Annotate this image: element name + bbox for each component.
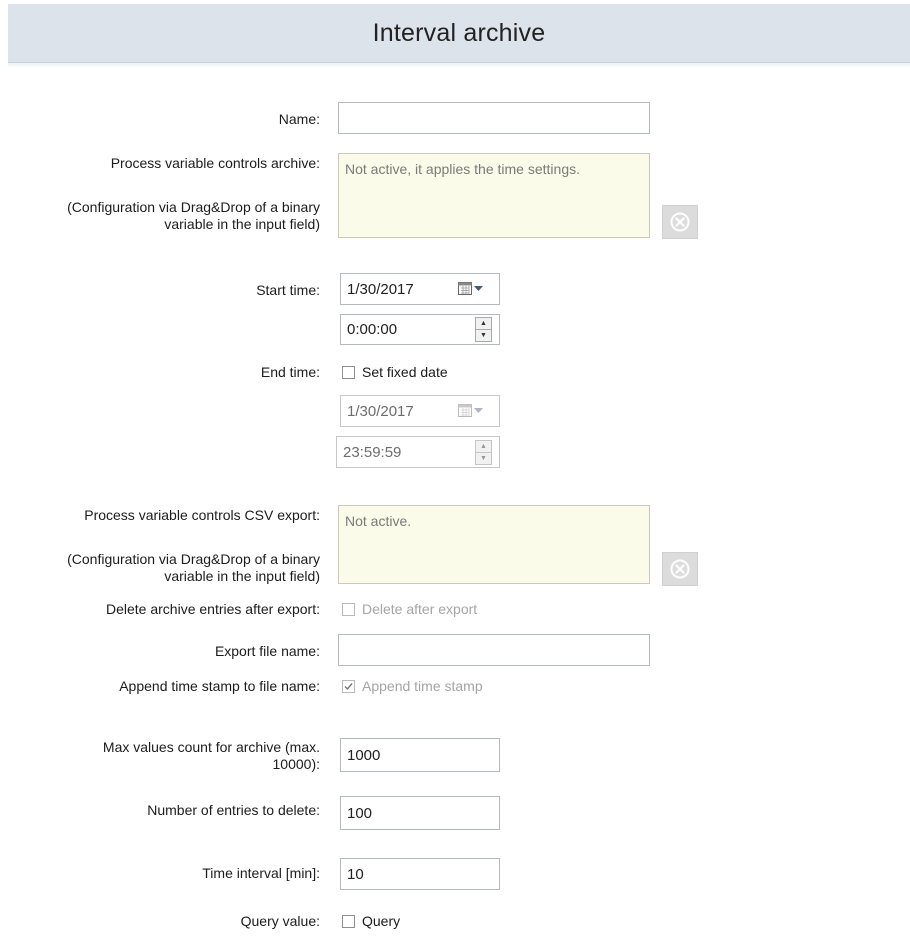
csv-control-dropzone[interactable]: Not active. [338, 505, 650, 584]
query-checkbox-label: Query [362, 913, 401, 929]
time-interval-input[interactable]: 10 [340, 858, 500, 890]
export-file-input[interactable] [338, 634, 650, 666]
entries-delete-input[interactable]: 100 [340, 796, 500, 830]
dialog-title: Interval archive [372, 18, 546, 47]
export-file-label: Export file name: [214, 643, 320, 659]
append-timestamp-box[interactable] [342, 679, 355, 693]
archive-control-label: Process variable controls archive: [110, 155, 320, 171]
entries-delete-value: 100 [347, 804, 373, 822]
name-label: Name: [278, 111, 320, 127]
start-date-dropdown[interactable] [458, 282, 483, 295]
query-label: Query value: [240, 913, 320, 929]
delete-entries-label: Delete archive entries after export: [106, 601, 320, 617]
clear-icon [670, 212, 690, 232]
spin-down-icon[interactable]: ▼ [476, 329, 491, 341]
delete-after-export-label: Delete after export [362, 601, 478, 617]
query-checkbox[interactable]: Query [342, 913, 400, 929]
end-date-dropdown[interactable] [458, 404, 483, 417]
append-timestamp-checkbox[interactable]: Append time stamp [342, 678, 483, 694]
start-time-value: 0:00:00 [347, 321, 398, 338]
archive-control-value: Not active, it applies the time settings… [345, 161, 580, 177]
set-fixed-date-box[interactable] [342, 365, 355, 379]
spin-up-icon[interactable]: ▲ [476, 441, 491, 452]
set-fixed-date-checkbox[interactable]: Set fixed date [342, 364, 448, 380]
name-input[interactable] [338, 102, 650, 134]
dropdown-arrow-icon [474, 407, 483, 413]
archive-control-hint: (Configuration via Drag&Drop of a binary… [67, 199, 320, 232]
archive-control-dropzone[interactable]: Not active, it applies the time settings… [338, 153, 650, 238]
max-values-value: 1000 [347, 746, 381, 764]
end-time-label: End time: [260, 364, 320, 380]
delete-after-export-box[interactable] [342, 602, 355, 616]
spin-down-icon[interactable]: ▼ [476, 452, 491, 464]
append-timestamp-text: Append time stamp [362, 678, 483, 694]
end-time-spinner[interactable]: ▲ ▼ [475, 440, 492, 465]
end-date-value: 1/30/2017 [347, 402, 414, 420]
start-time-label: Start time: [256, 282, 320, 298]
start-time-spinner[interactable]: ▲ ▼ [475, 317, 492, 342]
header-divider [8, 63, 910, 69]
set-fixed-date-label: Set fixed date [362, 364, 448, 380]
append-timestamp-label: Append time stamp to file name: [119, 678, 320, 694]
calendar-icon [458, 404, 472, 417]
spin-up-icon[interactable]: ▲ [476, 318, 491, 329]
csv-control-value: Not active. [345, 513, 412, 529]
dropdown-arrow-icon [474, 285, 483, 291]
time-interval-value: 10 [347, 865, 364, 883]
entries-delete-label: Number of entries to delete: [147, 802, 320, 818]
end-time-value: 23:59:59 [343, 443, 402, 461]
csv-control-hint: (Configuration via Drag&Drop of a binary… [67, 551, 320, 584]
time-interval-label: Time interval [min]: [202, 865, 320, 881]
csv-control-clear-button[interactable] [662, 552, 698, 586]
max-values-input[interactable]: 1000 [340, 738, 500, 772]
archive-control-clear-button[interactable] [662, 205, 698, 239]
csv-control-label: Process variable controls CSV export: [84, 507, 320, 523]
calendar-icon [458, 282, 472, 295]
checkmark-icon [344, 682, 353, 690]
clear-icon [670, 559, 690, 579]
start-date-value: 1/30/2017 [347, 280, 414, 298]
delete-after-export-checkbox[interactable]: Delete after export [342, 601, 477, 617]
query-box[interactable] [342, 914, 355, 928]
dialog-header: Interval archive [8, 4, 910, 63]
max-values-label: Max values count for archive (max. 10000… [102, 739, 320, 772]
